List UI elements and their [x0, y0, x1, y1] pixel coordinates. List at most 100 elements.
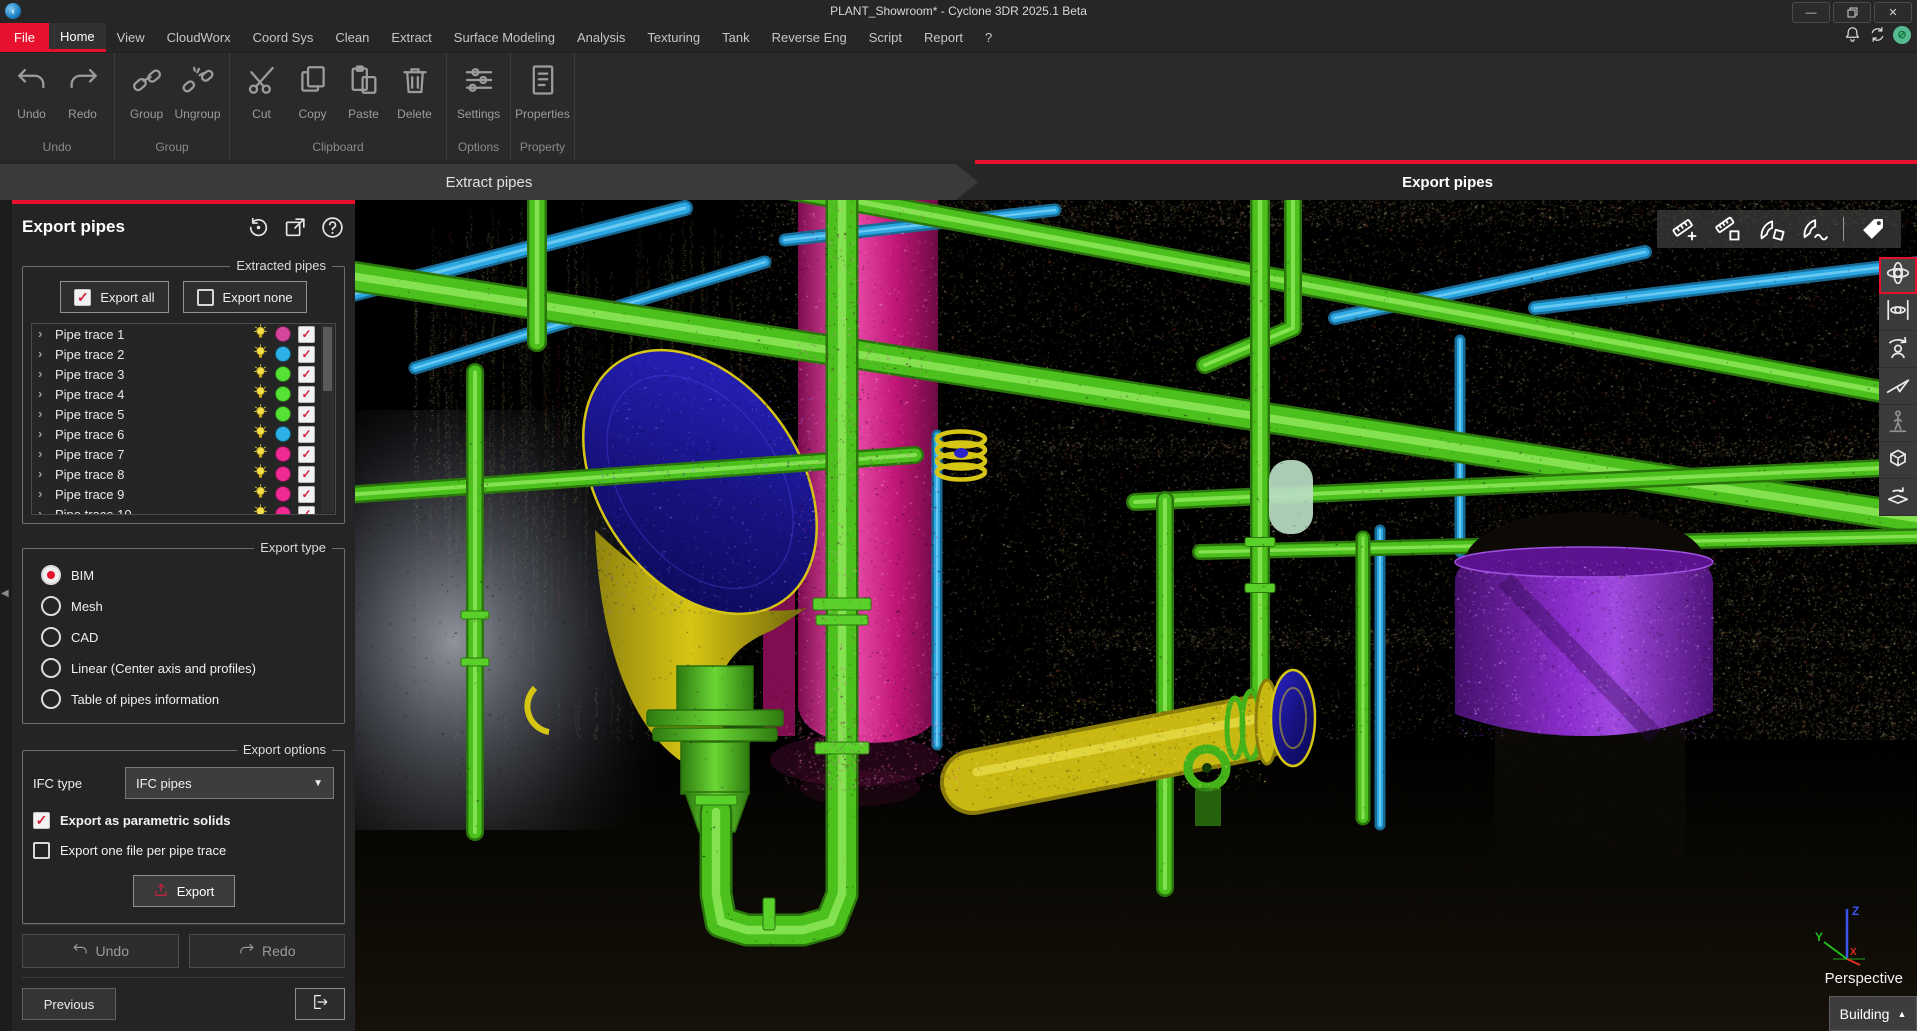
pipe-color-swatch[interactable]: [275, 426, 291, 442]
menu-item-analysis[interactable]: Analysis: [566, 23, 636, 52]
radio-cad[interactable]: CAD: [41, 627, 334, 647]
privacy-badge-icon[interactable]: ⊘: [1893, 26, 1911, 44]
restore-button[interactable]: [1833, 2, 1871, 23]
visibility-bulb-icon[interactable]: [253, 384, 268, 404]
menu-item-[interactable]: ?: [974, 23, 1003, 52]
minimize-button[interactable]: —: [1792, 2, 1830, 23]
menu-item-texturing[interactable]: Texturing: [636, 23, 711, 52]
tag-icon[interactable]: [1859, 215, 1887, 243]
visibility-bulb-icon[interactable]: [253, 364, 268, 384]
pipe-color-swatch[interactable]: [275, 366, 291, 382]
ribbon-button-ungroup[interactable]: Ungroup: [172, 59, 223, 137]
ribbon-button-settings[interactable]: Settings: [453, 59, 504, 137]
pipe-trace-row[interactable]: ›Pipe trace 5✓: [32, 404, 335, 424]
pipe-export-checkbox[interactable]: ✓: [298, 406, 315, 423]
expand-chevron-icon[interactable]: ›: [38, 429, 48, 439]
ifc-type-dropdown[interactable]: IFC pipes ▼: [125, 767, 334, 799]
pipe-export-checkbox[interactable]: ✓: [298, 346, 315, 363]
list-scrollbar-thumb[interactable]: [323, 327, 332, 391]
measure-angle-icon[interactable]: [1757, 215, 1785, 243]
menu-item-report[interactable]: Report: [913, 23, 974, 52]
pipe-export-checkbox[interactable]: ✓: [298, 386, 315, 403]
measure-distance-icon[interactable]: [1714, 215, 1742, 243]
visibility-bulb-icon[interactable]: [253, 484, 268, 504]
viewport-3d-scene[interactable]: Z Y X Perspective Building ▲: [355, 200, 1917, 1031]
list-scrollbar[interactable]: [321, 325, 334, 513]
pipe-trace-row[interactable]: ›Pipe trace 3✓: [32, 364, 335, 384]
ribbon-button-paste[interactable]: Paste: [338, 59, 389, 137]
sync-icon[interactable]: [1868, 25, 1887, 44]
visibility-bulb-icon[interactable]: [253, 504, 268, 515]
pipe-trace-row[interactable]: ›Pipe trace 9✓: [32, 484, 335, 504]
radio-linear-center-axis-and-profiles[interactable]: Linear (Center axis and profiles): [41, 658, 334, 678]
checkbox-box[interactable]: [33, 842, 50, 859]
pipe-trace-row[interactable]: ›Pipe trace 8✓: [32, 464, 335, 484]
radio-circle[interactable]: [41, 658, 61, 678]
pipe-trace-row[interactable]: ›Pipe trace 6✓: [32, 424, 335, 444]
expand-chevron-icon[interactable]: ›: [38, 509, 48, 515]
bell-icon[interactable]: [1843, 25, 1862, 44]
pipe-color-swatch[interactable]: [275, 466, 291, 482]
wizard-step-export-pipes[interactable]: Export pipes: [978, 164, 1917, 200]
nav-tool-view-cube-button[interactable]: [1879, 442, 1917, 479]
menu-item-file[interactable]: File: [0, 23, 49, 52]
radio-table-of-pipes-information[interactable]: Table of pipes information: [41, 689, 334, 709]
expand-chevron-icon[interactable]: ›: [38, 469, 48, 479]
checkbox-export-as-parametric-solids[interactable]: ✓Export as parametric solids: [33, 812, 334, 829]
ribbon-button-cut[interactable]: Cut: [236, 59, 287, 137]
help-icon[interactable]: [320, 215, 345, 240]
visibility-bulb-icon[interactable]: [253, 324, 268, 344]
pipe-trace-row[interactable]: ›Pipe trace 10✓: [32, 504, 335, 515]
menu-item-cloudworx[interactable]: CloudWorx: [156, 23, 242, 52]
menu-item-view[interactable]: View: [106, 23, 156, 52]
nav-tool-constrained-orbit-button[interactable]: [1879, 294, 1917, 331]
export-all-checkbox[interactable]: ✓: [74, 289, 91, 306]
nav-tool-fly-button[interactable]: [1879, 368, 1917, 405]
pipe-color-swatch[interactable]: [275, 406, 291, 422]
checkbox-box[interactable]: ✓: [33, 812, 50, 829]
export-none-button[interactable]: Export none: [183, 281, 307, 313]
exit-wizard-button[interactable]: [295, 988, 345, 1020]
expand-chevron-icon[interactable]: ›: [38, 329, 48, 339]
pipe-export-checkbox[interactable]: ✓: [298, 466, 315, 483]
expand-chevron-icon[interactable]: ›: [38, 389, 48, 399]
checkbox-export-one-file-per-pipe-trace[interactable]: Export one file per pipe trace: [33, 842, 334, 859]
view-preset-button[interactable]: Building ▲: [1829, 996, 1917, 1031]
pipe-color-swatch[interactable]: [275, 326, 291, 342]
export-none-checkbox[interactable]: [197, 289, 214, 306]
measure-wave-icon[interactable]: [1800, 215, 1828, 243]
expand-chevron-icon[interactable]: ›: [38, 349, 48, 359]
radio-mesh[interactable]: Mesh: [41, 596, 334, 616]
measure-add-icon[interactable]: [1671, 215, 1699, 243]
menu-item-clean[interactable]: Clean: [324, 23, 380, 52]
expand-chevron-icon[interactable]: ›: [38, 409, 48, 419]
pipe-export-checkbox[interactable]: ✓: [298, 446, 315, 463]
ribbon-button-redo[interactable]: Redo: [57, 59, 108, 137]
visibility-bulb-icon[interactable]: [253, 404, 268, 424]
menu-item-tank[interactable]: Tank: [711, 23, 760, 52]
pipe-trace-row[interactable]: ›Pipe trace 1✓: [32, 324, 335, 344]
menu-item-coord-sys[interactable]: Coord Sys: [242, 23, 325, 52]
pipe-trace-row[interactable]: ›Pipe trace 7✓: [32, 444, 335, 464]
pipe-trace-list[interactable]: ›Pipe trace 1✓›Pipe trace 2✓›Pipe trace …: [31, 323, 336, 515]
visibility-bulb-icon[interactable]: [253, 444, 268, 464]
menu-item-reverse-eng[interactable]: Reverse Eng: [761, 23, 858, 52]
radio-bim[interactable]: BIM: [41, 565, 334, 585]
panel-redo-button[interactable]: Redo: [189, 934, 346, 968]
ribbon-button-properties[interactable]: Properties: [517, 59, 568, 137]
open-window-icon[interactable]: [283, 215, 308, 240]
ribbon-button-undo[interactable]: Undo: [6, 59, 57, 137]
ribbon-button-group[interactable]: Group: [121, 59, 172, 137]
pipe-trace-row[interactable]: ›Pipe trace 2✓: [32, 344, 335, 364]
nav-tool-turntable-button[interactable]: [1879, 479, 1917, 516]
export-all-button[interactable]: ✓ Export all: [60, 281, 168, 313]
nav-tool-orbit-button[interactable]: [1879, 257, 1917, 294]
pipe-color-swatch[interactable]: [275, 486, 291, 502]
nav-tool-look-around-button[interactable]: [1879, 331, 1917, 368]
expand-chevron-icon[interactable]: ›: [38, 449, 48, 459]
export-button[interactable]: Export: [133, 875, 235, 907]
ribbon-button-copy[interactable]: Copy: [287, 59, 338, 137]
radio-circle[interactable]: [41, 565, 61, 585]
radio-circle[interactable]: [41, 689, 61, 709]
pipe-color-swatch[interactable]: [275, 386, 291, 402]
